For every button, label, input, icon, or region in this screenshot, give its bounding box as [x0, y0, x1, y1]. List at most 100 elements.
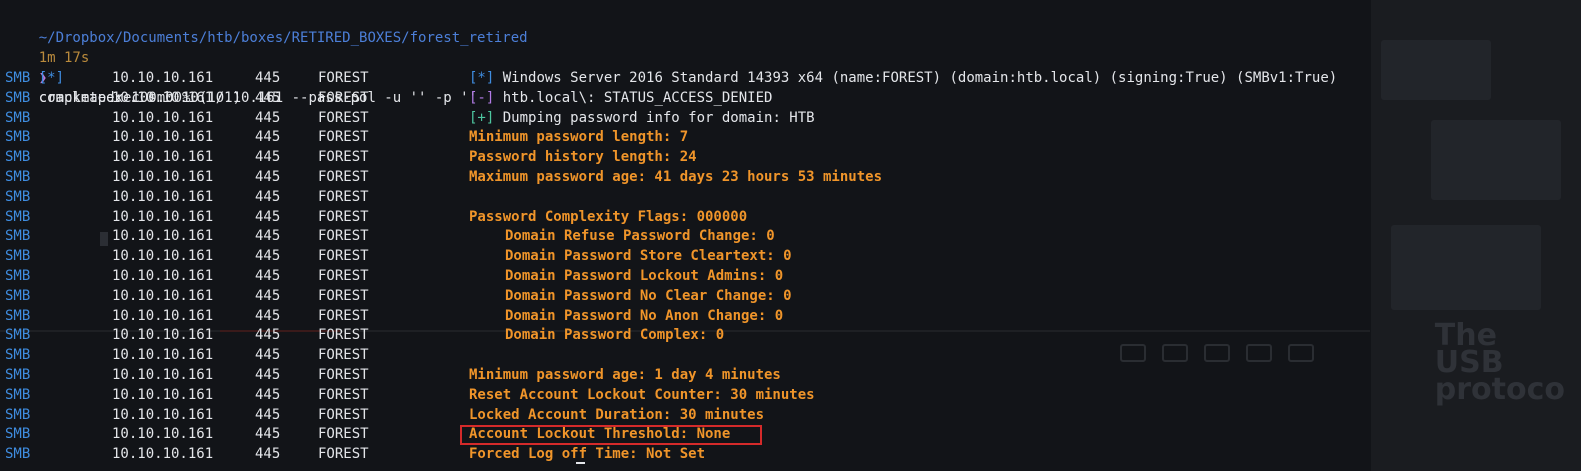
message-text: Dumping password info for domain: HTB — [502, 109, 815, 126]
message-text: Domain Password Lockout Admins: 0 — [505, 268, 784, 284]
target-ip: 10.10.10.161 — [112, 208, 214, 225]
status-bracket: [+] — [469, 109, 495, 126]
output-message: Domain Password Store Cleartext: 0 — [469, 246, 792, 266]
target-ip: 10.10.10.161 — [112, 129, 214, 146]
output-row: SMB 10.10.10.161 445 FOREST Domain Password … — [0, 306, 1400, 326]
status-bracket: [-] — [469, 89, 495, 106]
target-host: FOREST — [318, 287, 369, 304]
output-message: Domain Refuse Password Change: 0 — [469, 226, 775, 246]
ghost-cursor — [100, 232, 108, 246]
target-host: FOREST — [318, 367, 369, 383]
protocol-label: SMB — [5, 70, 31, 86]
target-host: FOREST — [318, 89, 369, 106]
target-port: 445 — [255, 149, 281, 166]
terminal-window[interactable]: The USB protoco ~/Dropbox/Documents/htb/bo… — [0, 0, 1581, 471]
protocol-label: SMB — [5, 268, 31, 284]
target-port: 445 — [255, 248, 281, 265]
target-host: FOREST — [318, 208, 369, 225]
protocol-label: SMB — [5, 307, 31, 324]
protocol-label: SMB — [5, 149, 31, 166]
target-port: 445 — [255, 129, 281, 146]
output-row: SMB 10.10.10.161 445 FOREST — [0, 187, 1400, 207]
output-message: [*] Windows Server 2016 Standard 14393 x… — [469, 68, 1337, 88]
output-row: SMB 10.10.10.161 445 FOREST Locked Account D… — [0, 405, 1400, 425]
message-text: Minimum password length: 7 — [469, 129, 689, 146]
target-ip: 10.10.10.161 — [112, 327, 214, 344]
target-ip: 10.10.10.161 — [112, 248, 214, 265]
message-text: Domain Password No Clear Change: 0 — [505, 287, 792, 304]
target-host: FOREST — [318, 347, 369, 364]
output-message: Reset Account Lockout Counter: 30 minute… — [469, 385, 815, 405]
output-row: SMB 10.10.10.161 445 FOREST Domain Refuse Pa… — [0, 226, 1400, 246]
target-host: FOREST — [318, 268, 369, 284]
output-row: SMB 10.10.10.161 445 FOREST Minimum password… — [0, 365, 1400, 385]
output-row: SMB 10.10.10.161 445 FOREST Domain Password … — [0, 246, 1400, 266]
target-host: FOREST — [318, 386, 369, 403]
target-ip: 10.10.10.161 — [112, 347, 214, 364]
target-host: FOREST — [318, 406, 369, 423]
protocol-label: SMB — [5, 386, 31, 403]
target-ip: 10.10.10.161 — [112, 386, 214, 403]
target-port: 445 — [255, 228, 281, 245]
message-text: Windows Server 2016 Standard 14393 x64 (… — [502, 70, 1338, 86]
protocol-label: SMB — [5, 188, 31, 205]
output-row: SMB 10.10.10.161 445 FOREST Minimum password… — [0, 127, 1400, 147]
message-text: Password history length: 24 — [469, 149, 697, 166]
target-port: 445 — [255, 367, 281, 383]
target-port: 445 — [255, 169, 281, 185]
output-message: Locked Account Duration: 30 minutes — [469, 405, 764, 425]
prompt-line: ~/Dropbox/Documents/htb/boxes/RETIRED_BO… — [5, 8, 528, 106]
target-ip: 10.10.10.161 — [112, 89, 214, 106]
target-host: FOREST — [318, 426, 369, 443]
output-message: Minimum password age: 1 day 4 minutes — [469, 365, 781, 385]
output-row: SMB 10.10.10.161 445 FOREST Forced Log off T… — [0, 444, 1400, 464]
output-row: SMB 10.10.10.161 445 FOREST Maximum password… — [0, 167, 1400, 187]
target-host: FOREST — [318, 70, 369, 86]
target-host: FOREST — [318, 149, 369, 166]
background-thumbnail — [1391, 225, 1541, 310]
message-text: Forced Log off Time: Not Set — [469, 446, 706, 463]
output-row: SMB 10.10.10.161 445 FOREST [+] Dumping pass… — [0, 108, 1400, 128]
output-message: [+] Dumping password info for domain: HT… — [469, 108, 815, 128]
message-text: Domain Password Complex: 0 — [505, 327, 725, 344]
background-thumbnail — [1431, 120, 1561, 200]
progress-line: [*] completed: 100.00% (1/1) — [5, 48, 241, 106]
output-message: Domain Password Lockout Admins: 0 — [469, 266, 783, 286]
target-port: 445 — [255, 347, 281, 364]
output-row: SMB 10.10.10.161 445 FOREST Domain Password … — [0, 266, 1400, 286]
target-host: FOREST — [318, 248, 369, 265]
output-row: SMB 10.10.10.161 445 FOREST [*] Windows Serv… — [0, 68, 1400, 88]
status-bracket: [*] — [469, 70, 495, 86]
target-host: FOREST — [318, 109, 369, 126]
message-text: Reset Account Lockout Counter: 30 minute… — [469, 386, 815, 403]
prompt-path: ~/Dropbox/Documents/htb/boxes/RETIRED_BO… — [38, 30, 528, 46]
target-port: 445 — [255, 89, 281, 106]
target-ip: 10.10.10.161 — [112, 268, 214, 284]
target-ip: 10.10.10.161 — [112, 287, 214, 304]
target-port: 445 — [255, 109, 281, 126]
target-host: FOREST — [318, 129, 369, 146]
output-message: Password history length: 24 — [469, 147, 697, 167]
target-ip: 10.10.10.161 — [112, 228, 214, 245]
output-message: Minimum password length: 7 — [469, 127, 688, 147]
target-ip: 10.10.10.161 — [112, 109, 214, 126]
message-text: Locked Account Duration: 30 minutes — [469, 406, 765, 423]
background-thumbnail-title: The USB protoco — [1434, 318, 1565, 407]
target-port: 445 — [255, 188, 281, 205]
target-ip: 10.10.10.161 — [112, 446, 214, 463]
output-row: SMB 10.10.10.161 445 FOREST Domain Password … — [0, 286, 1400, 306]
protocol-label: SMB — [5, 327, 31, 344]
protocol-label: SMB — [5, 208, 31, 225]
protocol-label: SMB — [5, 228, 31, 245]
output-message: Forced Log off Time: Not Set — [469, 444, 705, 464]
target-port: 445 — [255, 327, 281, 344]
message-text: Domain Password Store Cleartext: 0 — [505, 248, 792, 265]
target-ip: 10.10.10.161 — [112, 367, 214, 383]
text-caret — [576, 462, 585, 464]
output-message: Maximum password age: 41 days 23 hours 5… — [469, 167, 882, 187]
protocol-label: SMB — [5, 248, 31, 265]
output-row: SMB 10.10.10.161 445 FOREST Password Complex… — [0, 207, 1400, 227]
target-port: 445 — [255, 386, 281, 403]
output-message: Domain Password No Anon Change: 0 — [469, 306, 783, 326]
target-ip: 10.10.10.161 — [112, 426, 214, 443]
